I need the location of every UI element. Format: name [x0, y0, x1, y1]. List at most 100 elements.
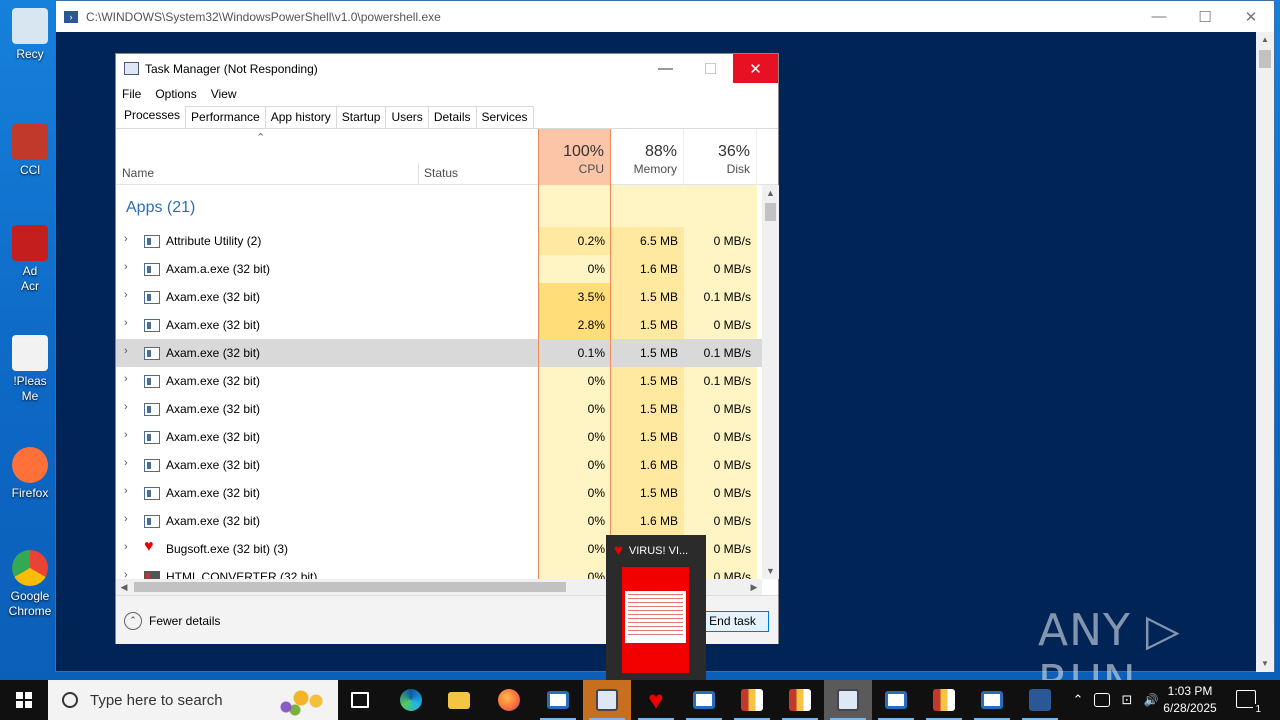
menu-options[interactable]: Options: [155, 87, 196, 101]
expand-chevron-icon[interactable]: ›: [124, 401, 128, 413]
scroll-up-icon[interactable]: ▲: [762, 185, 779, 201]
taskbar-thumbnail-preview[interactable]: ♥ VIRUS! VI...: [606, 535, 706, 680]
expand-chevron-icon[interactable]: ›: [124, 233, 128, 245]
tab-services[interactable]: Services: [475, 106, 534, 128]
column-disk[interactable]: 36% Disk: [684, 129, 757, 185]
expand-chevron-icon[interactable]: ›: [124, 513, 128, 525]
app-window-icon: [547, 691, 569, 709]
desktop-icon-please-read[interactable]: !Pleas Me: [4, 335, 56, 404]
table-row[interactable]: › Axam.exe (32 bit) 0% 1.6 MB 0 MB/s: [116, 451, 762, 479]
thumbnail-window-preview[interactable]: [622, 567, 689, 673]
expand-chevron-icon[interactable]: ›: [124, 541, 128, 553]
tm-minimize-button[interactable]: —: [643, 54, 688, 83]
powershell-scroll-thumb[interactable]: [1259, 50, 1271, 68]
taskbar-edge[interactable]: [387, 680, 435, 720]
process-disk: 0 MB/s: [684, 311, 757, 339]
show-hidden-icons-chevron-icon[interactable]: ⌃: [1070, 692, 1086, 708]
thumbnail-title: VIRUS! VI...: [628, 544, 689, 557]
scroll-left-icon[interactable]: ◀: [116, 579, 132, 595]
powershell-maximize-button[interactable]: ☐: [1182, 1, 1228, 32]
expand-chevron-icon[interactable]: ›: [124, 457, 128, 469]
taskbar-bugsoft[interactable]: ♥: [632, 680, 680, 720]
network-icon[interactable]: ⊡: [1118, 692, 1136, 708]
desktop-icon-ccleaner[interactable]: CCl: [4, 124, 56, 178]
menu-view[interactable]: View: [211, 87, 237, 101]
column-status[interactable]: Status: [424, 166, 458, 180]
table-row[interactable]: › Attribute Utility (2) 0.2% 6.5 MB 0 MB/s: [116, 227, 762, 255]
expand-chevron-icon[interactable]: ›: [124, 261, 128, 273]
taskbar-app-6[interactable]: [920, 680, 968, 720]
tm-close-button[interactable]: ✕: [733, 54, 778, 83]
taskbar-task-manager-2[interactable]: [824, 680, 872, 720]
powershell-titlebar[interactable]: › C:\WINDOWS\System32\WindowsPowerShell\…: [56, 1, 1274, 32]
expand-chevron-icon[interactable]: ›: [124, 317, 128, 329]
process-list[interactable]: Apps (21) › Attribute Utility (2) 0.2% 6.5 …: [116, 185, 762, 579]
table-row[interactable]: › Axam.exe (32 bit) 0% 1.5 MB 0 MB/s: [116, 479, 762, 507]
tab-users[interactable]: Users: [385, 106, 429, 128]
taskbar-clock[interactable]: 1:03 PM 6/28/2025: [1150, 683, 1230, 717]
scroll-up-icon[interactable]: ▲: [1256, 32, 1274, 48]
expand-chevron-icon[interactable]: ›: [124, 485, 128, 497]
desktop-icon-firefox[interactable]: Firefox: [4, 447, 56, 501]
vscroll-thumb[interactable]: [765, 203, 776, 221]
table-row[interactable]: › Axam.exe (32 bit) 0% 1.5 MB 0.1 MB/s: [116, 367, 762, 395]
table-row[interactable]: › Axam.exe (32 bit) 3.5% 1.5 MB 0.1 MB/s: [116, 283, 762, 311]
group-apps[interactable]: Apps (21): [116, 185, 762, 227]
expand-chevron-icon[interactable]: ›: [124, 289, 128, 301]
end-task-button[interactable]: End task: [696, 611, 769, 632]
process-list-vscroll[interactable]: ▲ ▼: [762, 185, 779, 579]
taskbar-app-3[interactable]: [728, 680, 776, 720]
tm-maximize-button[interactable]: ☐: [688, 54, 733, 83]
tab-performance[interactable]: Performance: [185, 106, 266, 128]
taskbar-app-5[interactable]: [872, 680, 920, 720]
tab-processes[interactable]: Processes: [118, 104, 187, 128]
taskbar-powershell[interactable]: [1016, 680, 1064, 720]
taskbar-task-manager[interactable]: [583, 680, 631, 720]
taskbar-search[interactable]: Type here to search: [48, 680, 338, 720]
app-window-icon: [693, 691, 715, 709]
menu-file[interactable]: File: [122, 87, 141, 101]
notification-center-icon[interactable]: 1: [1236, 690, 1263, 715]
start-button[interactable]: [0, 680, 48, 720]
table-row[interactable]: › Axam.exe (32 bit) 0% 1.5 MB 0 MB/s: [116, 423, 762, 451]
column-memory[interactable]: 88% Memory: [611, 129, 684, 185]
tab-details[interactable]: Details: [427, 106, 477, 128]
powershell-close-button[interactable]: ✕: [1228, 1, 1274, 32]
tab-startup[interactable]: Startup: [335, 106, 387, 128]
scroll-down-icon[interactable]: ▼: [762, 563, 779, 579]
taskbar-app-2[interactable]: [680, 680, 728, 720]
process-memory: 1.5 MB: [611, 311, 684, 339]
task-view-button[interactable]: [336, 680, 384, 720]
column-cpu[interactable]: 100% CPU: [538, 129, 611, 185]
hscroll-thumb[interactable]: [134, 582, 566, 592]
powershell-scrollbar[interactable]: ▲ ▼: [1256, 32, 1274, 672]
table-row[interactable]: › Axam.exe (32 bit) 2.8% 1.5 MB 0 MB/s: [116, 311, 762, 339]
expand-chevron-icon[interactable]: ›: [124, 569, 128, 579]
security-icon[interactable]: [1094, 693, 1110, 707]
table-row[interactable]: › Axam.exe (32 bit) 0.1% 1.5 MB 0.1 MB/s: [116, 339, 762, 367]
expand-chevron-icon[interactable]: ›: [124, 345, 128, 357]
table-row[interactable]: › Axam.a.exe (32 bit) 0% 1.6 MB 0 MB/s: [116, 255, 762, 283]
process-cpu: 0.1%: [577, 346, 605, 360]
desktop-icon-chrome[interactable]: Google Chrome: [4, 550, 56, 619]
scroll-right-icon[interactable]: ▶: [746, 579, 762, 595]
powershell-minimize-button[interactable]: —: [1136, 1, 1182, 32]
desktop-icon-acrobat[interactable]: Ad Acr: [4, 225, 56, 294]
chevron-up-icon[interactable]: ⌃: [124, 612, 142, 630]
taskbar-app-7[interactable]: [968, 680, 1016, 720]
column-name[interactable]: Name: [122, 166, 154, 180]
expand-chevron-icon[interactable]: ›: [124, 373, 128, 385]
fewer-details-link[interactable]: Fewer details: [149, 614, 220, 628]
expand-chevron-icon[interactable]: ›: [124, 429, 128, 441]
table-row[interactable]: › Axam.exe (32 bit) 0% 1.6 MB 0 MB/s: [116, 507, 762, 535]
desktop-icon-recycle-bin[interactable]: Recy: [4, 8, 56, 62]
column-divider[interactable]: [418, 163, 419, 185]
app-window-icon: [144, 347, 160, 360]
table-row[interactable]: › Axam.exe (32 bit) 0% 1.5 MB 0 MB/s: [116, 395, 762, 423]
app-colorful-icon: [933, 689, 955, 711]
taskbar-app-4[interactable]: [776, 680, 824, 720]
taskbar-app-1[interactable]: [534, 680, 582, 720]
taskbar-file-explorer[interactable]: [435, 680, 483, 720]
taskbar-firefox[interactable]: [485, 680, 533, 720]
tab-app-history[interactable]: App history: [264, 106, 337, 128]
